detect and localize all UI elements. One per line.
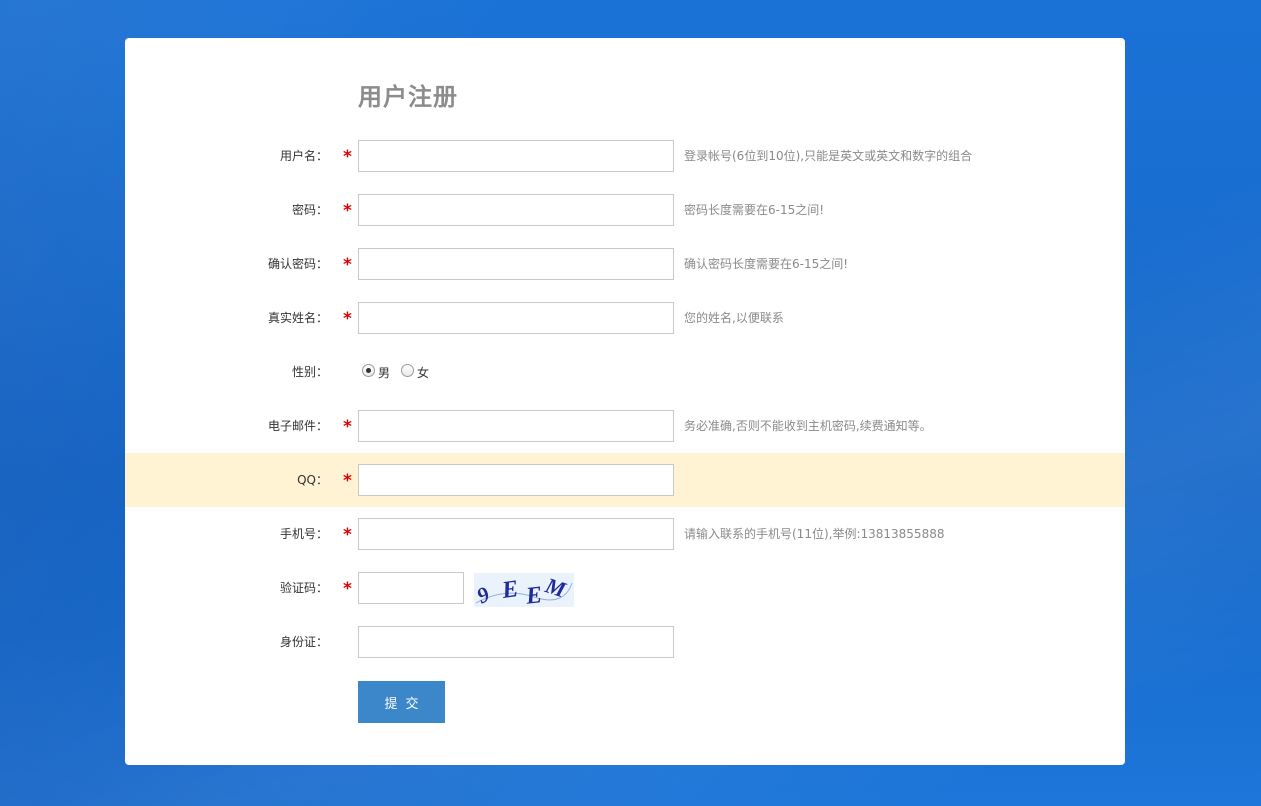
real-name-label: 真实姓名： <box>267 311 328 325</box>
captcha-char-3: E <box>524 582 544 607</box>
gender-label: 性别： <box>291 365 328 379</box>
gender-radio-group: 男 女 <box>362 345 440 399</box>
submit-button[interactable]: 提交 <box>358 681 445 723</box>
gender-female-radio[interactable] <box>401 363 415 377</box>
password-label: 密码： <box>291 203 328 217</box>
phone-row: 手机号： * 请输入联系的手机号(11位),举例:13813855888 <box>125 507 1125 561</box>
required-asterisk: * <box>343 579 352 599</box>
real-name-row: 真实姓名： * 您的姓名,以便联系 <box>125 291 1125 345</box>
registration-card: 用户注册 用户名： * 登录帐号(6位到10位),只能是英文或英文和数字的组合 … <box>125 38 1125 765</box>
confirm-password-row: 确认密码： * 确认密码长度需要在6-15之间! <box>125 237 1125 291</box>
required-asterisk: * <box>343 201 352 221</box>
gender-row: 性别： 男 女 <box>125 345 1125 399</box>
confirm-password-label: 确认密码： <box>267 257 328 271</box>
id-card-input[interactable] <box>358 626 674 658</box>
required-asterisk: * <box>343 309 352 329</box>
required-asterisk: * <box>343 255 352 275</box>
confirm-password-hint: 确认密码长度需要在6-15之间! <box>684 257 849 271</box>
required-asterisk: * <box>343 417 352 437</box>
username-label: 用户名： <box>279 149 328 163</box>
phone-input[interactable] <box>358 518 674 550</box>
captcha-image[interactable]: 9 E E M <box>474 573 574 607</box>
captcha-row: 验证码： * 9 E E M <box>125 561 1125 615</box>
required-asterisk: * <box>343 147 352 167</box>
username-hint: 登录帐号(6位到10位),只能是英文或英文和数字的组合 <box>684 149 973 163</box>
password-hint: 密码长度需要在6-15之间! <box>684 203 825 217</box>
captcha-label: 验证码： <box>279 581 328 595</box>
page-title: 用户注册 <box>358 83 458 111</box>
id-card-row: 身份证： <box>125 615 1125 669</box>
real-name-input[interactable] <box>358 302 674 334</box>
email-input[interactable] <box>358 410 674 442</box>
email-row: 电子邮件： * 务必准确,否则不能收到主机密码,续费通知等。 <box>125 399 1125 453</box>
username-input[interactable] <box>358 140 674 172</box>
qq-label: QQ： <box>297 473 328 487</box>
password-input[interactable] <box>358 194 674 226</box>
gender-male-radio[interactable] <box>362 363 375 377</box>
email-hint: 务必准确,否则不能收到主机密码,续费通知等。 <box>684 419 932 433</box>
required-asterisk: * <box>343 525 352 545</box>
captcha-char-2: E <box>499 576 519 604</box>
qq-row: QQ： * <box>125 453 1125 507</box>
phone-hint: 请输入联系的手机号(11位),举例:13813855888 <box>684 527 945 541</box>
phone-label: 手机号： <box>279 527 328 541</box>
confirm-password-input[interactable] <box>358 248 674 280</box>
id-card-label: 身份证： <box>279 635 328 649</box>
email-label: 电子邮件： <box>267 419 328 433</box>
gender-female-label[interactable]: 女 <box>417 364 429 381</box>
required-asterisk: * <box>343 471 352 491</box>
captcha-input[interactable] <box>358 572 464 604</box>
username-row: 用户名： * 登录帐号(6位到10位),只能是英文或英文和数字的组合 <box>125 129 1125 183</box>
gender-male-label[interactable]: 男 <box>378 364 390 381</box>
password-row: 密码： * 密码长度需要在6-15之间! <box>125 183 1125 237</box>
real-name-hint: 您的姓名,以便联系 <box>684 311 784 325</box>
qq-input[interactable] <box>358 464 674 496</box>
